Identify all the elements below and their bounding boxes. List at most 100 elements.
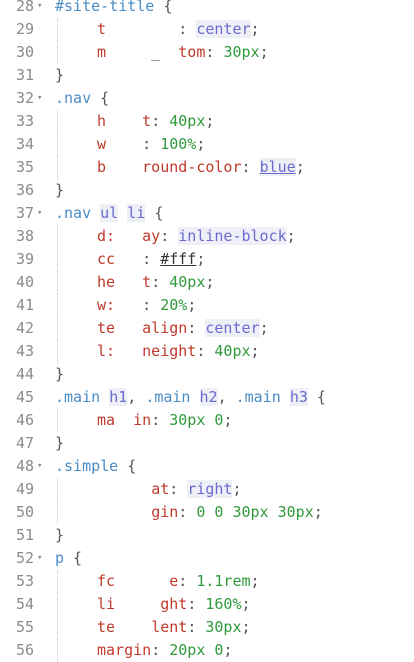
code-token: :	[151, 641, 170, 659]
code-token: w	[97, 135, 107, 153]
code-token: ;	[223, 641, 233, 659]
code-token: #site-title	[55, 0, 155, 15]
code-token: 0 0 30px 30px	[196, 503, 314, 521]
line-number: 43	[15, 342, 34, 360]
code-line[interactable]: 51}	[0, 524, 414, 547]
code-token: 30px	[223, 43, 260, 61]
code-line[interactable]: 43 l: neight: 40px;	[0, 340, 414, 363]
code-line[interactable]: 32 ▾ .nav {	[0, 87, 414, 110]
code-line[interactable]: 41 w: : 20%;	[0, 294, 414, 317]
line-number: 48	[15, 457, 34, 475]
code-token: ;	[286, 227, 296, 245]
code-text: }	[55, 179, 64, 202]
code-token: ay	[142, 227, 161, 245]
code-line[interactable]: 33 h t: 40px;	[0, 110, 414, 133]
code-token: te	[97, 618, 116, 636]
indent-guide	[57, 41, 58, 64]
code-token: ;	[187, 296, 197, 314]
code-line[interactable]: 29 t : center;	[0, 18, 414, 41]
code-token: ;	[259, 43, 269, 61]
code-token: t	[97, 20, 107, 38]
code-line[interactable]: 44}	[0, 363, 414, 386]
code-line[interactable]: 30 m _ tom: 30px;	[0, 41, 414, 64]
fold-arrow-icon[interactable]: ▾	[37, 202, 47, 225]
code-line[interactable]: 34 w : 100%;	[0, 133, 414, 156]
line-number: 35	[15, 158, 34, 176]
line-number: 37	[15, 204, 34, 222]
fold-arrow-icon[interactable]: ▾	[37, 87, 47, 110]
code-line[interactable]: 53 fc e: 1.1rem;	[0, 570, 414, 593]
indent-guide	[57, 317, 58, 340]
code-token: :	[178, 503, 197, 521]
indent-guide	[57, 294, 58, 317]
code-token: }	[55, 434, 65, 452]
code-line[interactable]: 47}	[0, 432, 414, 455]
line-number: 49	[15, 480, 34, 498]
code-line[interactable]: 54 li ght: 160%;	[0, 593, 414, 616]
code-token: {	[307, 388, 326, 406]
indent-guide	[57, 225, 58, 248]
code-token: :	[160, 227, 179, 245]
code-token: }	[55, 181, 65, 199]
code-line[interactable]: 40 he t: 40px;	[0, 271, 414, 294]
code-token: .nav	[55, 204, 101, 222]
code-line[interactable]: 49 at: right;	[0, 478, 414, 501]
code-line[interactable]: 42 te align: center;	[0, 317, 414, 340]
code-token: ;	[223, 411, 233, 429]
line-number: 39	[15, 250, 34, 268]
code-line[interactable]: 28 ▾ #site-title {	[0, 0, 414, 18]
code-text: cc : #fff;	[97, 248, 205, 271]
code-token: t	[142, 112, 152, 130]
code-text: .main h1, .main h2, .main h3 {	[55, 386, 326, 409]
code-line[interactable]: 36}	[0, 179, 414, 202]
line-number: 54	[15, 595, 34, 613]
code-token: inline-block	[178, 227, 287, 245]
code-token: :	[187, 595, 206, 613]
code-token: :	[241, 158, 260, 176]
line-number: 47	[15, 434, 34, 452]
code-line[interactable]: 37 ▾ .nav ul li {	[0, 202, 414, 225]
code-token: fc	[97, 572, 116, 590]
line-number: 40	[15, 273, 34, 291]
code-token: ma	[97, 411, 116, 429]
code-line[interactable]: 48 ▾ .simple {	[0, 455, 414, 478]
line-number: 55	[15, 618, 34, 636]
code-token: p	[55, 549, 65, 567]
code-line[interactable]: 31}	[0, 64, 414, 87]
code-token: in	[133, 411, 152, 429]
code-text: he t: 40px;	[97, 271, 214, 294]
code-token: {	[145, 204, 164, 222]
code-token: 40px	[169, 273, 206, 291]
code-text: li ght: 160%;	[97, 593, 251, 616]
code-line[interactable]: 45 .main h1, .main h2, .main h3 {	[0, 386, 414, 409]
code-line[interactable]: 52 ▾ p {	[0, 547, 414, 570]
code-line[interactable]: 35 b round-color: blue;	[0, 156, 414, 179]
indent-guide	[57, 409, 58, 432]
code-line[interactable]: 38 d: ay: inline-block;	[0, 225, 414, 248]
code-text: }	[55, 432, 64, 455]
code-line[interactable]: 46 ma in: 30px 0;	[0, 409, 414, 432]
code-line[interactable]: 50 gin: 0 0 30px 30px;	[0, 501, 414, 524]
code-token: margin	[97, 641, 152, 659]
code-token: t	[142, 273, 152, 291]
line-number: 33	[15, 112, 34, 130]
code-text: ma in: 30px 0;	[97, 409, 232, 432]
code-token: .main	[235, 388, 290, 406]
code-token: ght	[160, 595, 188, 613]
code-token: align	[142, 319, 188, 337]
code-line[interactable]: 55 te lent: 30px;	[0, 616, 414, 639]
code-editor[interactable]: 28 ▾ #site-title {29 t : center; 30 m _ tom: …	[0, 0, 414, 662]
code-token: :	[205, 43, 224, 61]
fold-arrow-icon[interactable]: ▾	[37, 547, 47, 570]
fold-arrow-icon[interactable]: ▾	[37, 0, 47, 18]
fold-arrow-icon[interactable]: ▾	[37, 455, 47, 478]
code-token: round-color	[142, 158, 242, 176]
code-line[interactable]: 39 cc : #fff;	[0, 248, 414, 271]
code-token: center	[196, 20, 251, 38]
indent-guide	[57, 639, 58, 662]
code-line[interactable]: 56 margin: 20px 0;	[0, 639, 414, 662]
